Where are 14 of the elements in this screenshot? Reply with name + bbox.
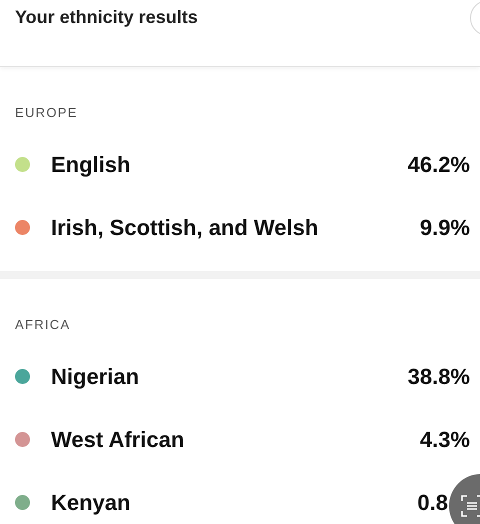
- ethnicity-name: Irish, Scottish, and Welsh: [51, 214, 320, 240]
- ethnicity-name: Kenyan: [51, 490, 132, 516]
- scan-document-icon: [461, 495, 480, 517]
- region-label: AFRICA: [14, 317, 72, 333]
- page-title: Your ethnicity results: [15, 6, 198, 28]
- ethnicity-percent: 4.3%: [420, 426, 470, 452]
- ethnicity-percent: 9.9%: [420, 214, 470, 240]
- ethnicity-percent: 0.8: [417, 490, 448, 516]
- region-label: EUROPE: [14, 105, 79, 121]
- ethnicity-name: West African: [51, 426, 186, 452]
- ethnicity-percent: 46.2%: [408, 152, 470, 178]
- ethnicity-name: English: [51, 152, 132, 178]
- ethnicity-name: Nigerian: [51, 364, 140, 390]
- ethnicity-percent: 38.8%: [408, 364, 470, 390]
